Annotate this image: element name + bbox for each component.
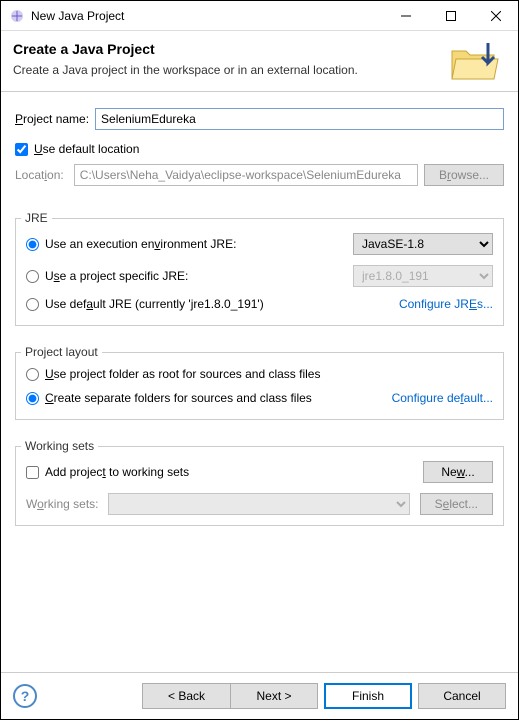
browse-button: Browse... [424, 164, 504, 186]
titlebar-controls [383, 1, 518, 30]
location-label: Location: [15, 168, 64, 182]
maximize-button[interactable] [428, 1, 473, 30]
wizard-icon [9, 8, 25, 24]
dialog-header: Create a Java Project Create a Java proj… [1, 31, 518, 92]
titlebar-text: New Java Project [31, 9, 383, 23]
folder-wizard-icon [446, 41, 506, 83]
help-button[interactable]: ? [13, 684, 37, 708]
working-sets-label: Working sets [21, 439, 98, 453]
project-name-label: Project name: [15, 112, 89, 126]
dialog-content: Project name: Use default location Locat… [1, 92, 518, 672]
project-layout-label: Project layout [21, 345, 102, 359]
project-layout-group: Project layout Use project folder as roo… [15, 338, 504, 420]
working-sets-group: Working sets Add project to working sets… [15, 432, 504, 526]
working-sets-select [108, 493, 409, 515]
location-input [74, 164, 418, 186]
use-default-location-label: Use default location [34, 142, 139, 156]
use-default-location-checkbox[interactable] [15, 143, 28, 156]
layout-separate-label: Create separate folders for sources and … [45, 391, 392, 405]
layout-root-label: Use project folder as root for sources a… [45, 367, 493, 381]
back-button[interactable]: < Back [142, 683, 230, 709]
jre-project-specific-radio[interactable] [26, 270, 39, 283]
page-description: Create a Java project in the workspace o… [13, 63, 446, 77]
configure-jres-link[interactable]: Configure JREs... [399, 297, 493, 311]
working-sets-list-label: Working sets: [26, 497, 98, 511]
jre-group-label: JRE [21, 211, 52, 225]
finish-button[interactable]: Finish [324, 683, 412, 709]
page-title: Create a Java Project [13, 41, 446, 57]
layout-root-radio[interactable] [26, 368, 39, 381]
add-to-working-sets-label: Add project to working sets [45, 465, 423, 479]
jre-project-specific-select: jre1.8.0_191 [353, 265, 493, 287]
dialog-footer: ? < Back Next > Finish Cancel [1, 672, 518, 719]
project-name-input[interactable] [95, 108, 504, 130]
jre-execution-env-select[interactable]: JavaSE-1.8 [353, 233, 493, 255]
layout-separate-radio[interactable] [26, 392, 39, 405]
dialog-window: New Java Project Create a Java Project C… [0, 0, 519, 720]
configure-default-link[interactable]: Configure default... [392, 391, 493, 405]
close-button[interactable] [473, 1, 518, 30]
titlebar: New Java Project [1, 1, 518, 31]
add-to-working-sets-checkbox[interactable] [26, 466, 39, 479]
new-working-set-button[interactable]: New... [423, 461, 493, 483]
jre-execution-env-radio[interactable] [26, 238, 39, 251]
cancel-button[interactable]: Cancel [418, 683, 506, 709]
jre-project-specific-label: Use a project specific JRE: [45, 269, 353, 283]
jre-default-label: Use default JRE (currently 'jre1.8.0_191… [45, 297, 399, 311]
jre-group: JRE Use an execution environment JRE: Ja… [15, 204, 504, 326]
jre-default-radio[interactable] [26, 298, 39, 311]
minimize-button[interactable] [383, 1, 428, 30]
next-button[interactable]: Next > [230, 683, 318, 709]
select-working-sets-button: Select... [420, 493, 493, 515]
jre-execution-env-label: Use an execution environment JRE: [45, 237, 353, 251]
